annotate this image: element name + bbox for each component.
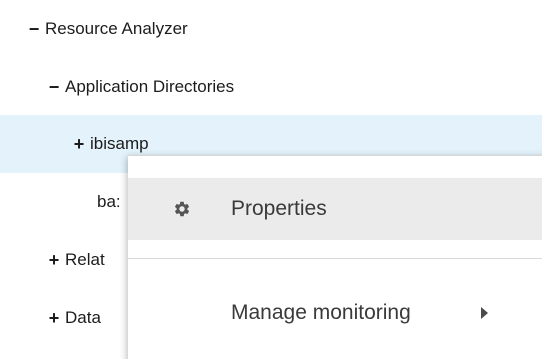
menu-item-manage-monitoring[interactable]: Manage monitoring [128, 282, 542, 344]
chevron-right-icon [481, 307, 488, 319]
tree-item-label: Application Directories [65, 77, 235, 96]
resource-analyzer-panel: − Resource Analyzer − Application Direct… [0, 0, 542, 359]
tree-item-label: ibisamp [90, 134, 149, 153]
collapse-icon[interactable]: − [47, 78, 61, 96]
tree-item-label: ba: [97, 192, 121, 211]
menu-item-label: Manage monitoring [231, 301, 411, 324]
tree-item-label: Relat [65, 250, 105, 269]
collapse-icon[interactable]: − [27, 20, 41, 38]
tree-item-resource-analyzer[interactable]: − Resource Analyzer [0, 0, 542, 58]
menu-divider [128, 258, 542, 259]
gear-icon [172, 199, 192, 219]
context-menu: Properties Manage monitoring [128, 155, 542, 359]
expand-icon[interactable]: + [72, 135, 86, 153]
menu-item-label: Properties [231, 197, 327, 220]
tree-item-label: Resource Analyzer [45, 19, 188, 38]
tree-item-application-directories[interactable]: − Application Directories [0, 58, 542, 116]
expand-icon[interactable]: + [47, 251, 61, 269]
tree-item-label: Data [65, 308, 101, 327]
menu-item-properties[interactable]: Properties [128, 178, 542, 240]
expand-icon[interactable]: + [47, 309, 61, 327]
